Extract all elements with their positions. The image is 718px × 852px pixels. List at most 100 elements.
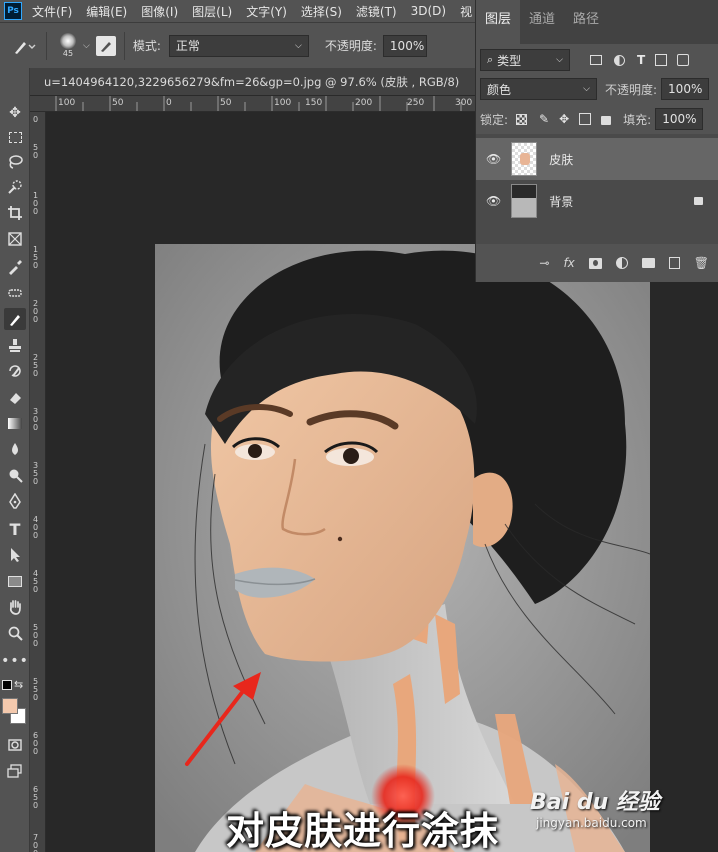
menu-edit[interactable]: 编辑(E) [86, 3, 127, 20]
chevron-down-icon: ⌵ [556, 55, 563, 65]
gradient-tool-icon[interactable] [4, 412, 26, 434]
lock-icon [694, 197, 703, 205]
brush-settings-icon[interactable] [95, 35, 116, 56]
ruler-label: 7 0 0 [33, 833, 39, 852]
document-title: u=1404964120,3229656279&fm=26&gp=0.jpg @… [44, 74, 460, 89]
trash-icon[interactable]: 🗑 [694, 256, 709, 270]
brush-tool-preset-icon[interactable] [12, 36, 38, 56]
brush-size-picker[interactable]: 45 [55, 33, 81, 58]
filter-type-icon[interactable]: T [637, 53, 645, 67]
layer-row-background[interactable]: 👁 背景 [476, 180, 718, 222]
photoshop-logo: Ps [4, 2, 22, 20]
layer-row-skin[interactable]: 👁 皮肤 [476, 138, 718, 180]
brush-tool-icon[interactable] [4, 308, 26, 330]
history-brush-tool-icon[interactable] [4, 360, 26, 382]
swap-colors-icon[interactable]: ⇆ [14, 678, 23, 691]
ruler-label: 2 5 0 [33, 353, 39, 378]
quick-mask-icon[interactable] [4, 734, 26, 756]
menu-layer[interactable]: 图层(L) [192, 3, 232, 20]
fx-icon[interactable]: fx [563, 256, 574, 270]
ruler-label: 5 0 0 [33, 623, 39, 648]
type-tool-icon[interactable]: T [4, 518, 26, 540]
default-colors-icon[interactable] [2, 680, 12, 690]
blur-tool-icon[interactable] [4, 438, 26, 460]
ruler-label: 300 [455, 98, 473, 108]
frame-tool-icon[interactable] [4, 228, 26, 250]
mode-dropdown[interactable]: 正常 ⌵ [168, 34, 309, 57]
menu-view[interactable]: 视 [460, 3, 472, 20]
menu-type[interactable]: 文字(Y) [246, 3, 287, 20]
ruler-label: 1 5 0 [33, 245, 39, 270]
layer-name: 皮肤 [549, 152, 574, 167]
layer-opacity-field[interactable]: 100% [661, 78, 710, 100]
fill-value: 100% [662, 112, 697, 126]
chevron-down-icon: ⌵ [295, 40, 302, 51]
pen-tool-icon[interactable] [4, 490, 26, 512]
menu-3d[interactable]: 3D(D) [411, 4, 446, 18]
marquee-tool-icon[interactable] [4, 126, 26, 148]
eraser-tool-icon[interactable] [4, 386, 26, 408]
eyedropper-tool-icon[interactable] [4, 256, 26, 278]
layers-list: 👁 皮肤 👁 背景 [476, 134, 718, 244]
lock-row: 锁定: ✎ ✥ 填充: 100% [480, 107, 716, 131]
lock-position-icon[interactable]: ✥ [559, 112, 569, 126]
menu-image[interactable]: 图像(I) [141, 3, 178, 20]
menu-file[interactable]: 文件(F) [32, 3, 72, 20]
quick-selection-tool-icon[interactable] [4, 176, 26, 198]
clone-stamp-tool-icon[interactable] [4, 334, 26, 356]
folder-icon[interactable] [641, 258, 655, 268]
eye-icon[interactable]: 👁 [486, 194, 501, 208]
link-icon[interactable]: ⊸ [539, 256, 549, 270]
layer-filter-value: 类型 [497, 53, 522, 68]
opacity-field[interactable]: 100% [382, 34, 427, 57]
zoom-tool-icon[interactable] [4, 622, 26, 644]
rectangle-tool-icon[interactable] [4, 570, 26, 592]
filter-pixel-icon[interactable] [590, 55, 602, 65]
ruler-label: 4 0 0 [33, 515, 39, 540]
move-tool-icon[interactable]: ✥ [4, 102, 26, 124]
lock-paint-icon[interactable]: ✎ [539, 112, 549, 126]
tab-layers[interactable]: 图层 [476, 0, 521, 44]
chevron-down-icon[interactable]: ⌵ [83, 41, 90, 51]
menu-select[interactable]: 选择(S) [301, 3, 342, 20]
document-tab[interactable]: u=1404964120,3229656279&fm=26&gp=0.jpg @… [30, 68, 475, 96]
filter-smart-object-icon[interactable] [677, 54, 690, 66]
new-layer-icon[interactable] [668, 257, 680, 269]
foreground-color-swatch[interactable] [2, 698, 18, 714]
more-tools-icon[interactable]: ••• [1, 650, 28, 672]
fill-field[interactable]: 100% [655, 108, 704, 130]
ruler-label: 1 0 0 [33, 191, 39, 216]
filter-adjustment-icon[interactable] [614, 54, 625, 66]
blend-row: 颜色 ⌵ 不透明度: 100% [480, 77, 716, 101]
path-selection-tool-icon[interactable] [4, 544, 26, 566]
lock-label: 锁定: [480, 112, 509, 127]
ruler-label: 5 5 0 [33, 677, 39, 702]
screen-mode-icon[interactable] [4, 760, 26, 782]
tab-paths[interactable]: 路径 [564, 0, 608, 44]
lasso-tool-icon[interactable] [4, 151, 26, 173]
layers-panel: 图层 通道 路径 ⌕ 类型 ⌵ T 颜色 ⌵ 不透明度: 100% 锁定: ✎ … [475, 0, 718, 282]
layer-filter-dropdown[interactable]: ⌕ 类型 ⌵ [480, 49, 570, 71]
ruler-label: 5 0 [33, 143, 39, 160]
filter-shape-icon[interactable] [655, 54, 668, 66]
lock-artboard-icon[interactable] [579, 113, 592, 125]
mask-icon[interactable] [588, 257, 602, 269]
lock-all-icon[interactable] [601, 116, 612, 125]
ruler-label: 200 [355, 98, 373, 108]
hand-tool-icon[interactable] [4, 596, 26, 618]
opacity-value: 100% [389, 38, 425, 53]
dodge-tool-icon[interactable] [4, 464, 26, 486]
blend-mode-value: 颜色 [487, 82, 512, 97]
adjustment-layer-icon[interactable] [615, 257, 628, 269]
blend-mode-dropdown[interactable]: 颜色 ⌵ [480, 78, 597, 100]
ruler-label: 150 [305, 98, 323, 108]
crop-tool-icon[interactable] [4, 202, 26, 224]
mode-label: 模式: [132, 39, 161, 53]
tab-channels[interactable]: 通道 [520, 0, 564, 44]
lock-transparent-icon[interactable] [516, 113, 528, 125]
healing-brush-tool-icon[interactable] [4, 282, 26, 304]
eye-icon[interactable]: 👁 [486, 152, 501, 166]
layer-thumbnail [511, 184, 538, 218]
watermark-url: jingyan.baidu.com [536, 816, 647, 830]
menu-filter[interactable]: 滤镜(T) [356, 3, 397, 20]
